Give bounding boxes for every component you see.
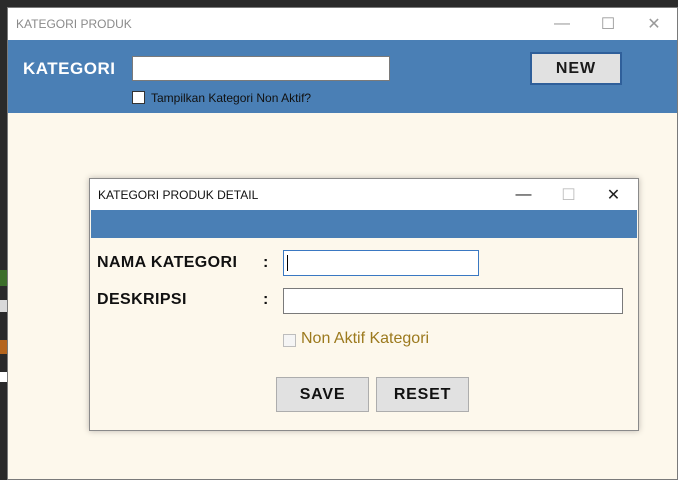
kategori-search-input[interactable] xyxy=(132,56,390,81)
show-inactive-checkbox[interactable] xyxy=(132,91,145,104)
deskripsi-label: DESKRIPSI xyxy=(97,291,187,308)
reset-button[interactable]: RESET xyxy=(376,377,469,412)
dialog-band xyxy=(91,210,637,238)
deskripsi-input[interactable] xyxy=(283,288,623,314)
dialog-minimize-icon[interactable]: — xyxy=(501,179,546,210)
minimize-icon[interactable]: — xyxy=(539,8,585,40)
nama-colon: : xyxy=(263,254,269,271)
close-icon[interactable]: ✕ xyxy=(631,8,677,40)
new-button[interactable]: NEW xyxy=(530,52,622,85)
deskripsi-colon: : xyxy=(263,291,269,308)
maximize-icon[interactable]: ☐ xyxy=(585,8,631,40)
non-aktif-label[interactable]: Non Aktif Kategori xyxy=(301,330,429,348)
kategori-detail-dialog: KATEGORI PRODUK DETAIL — ☐ ✕ NAMA KATEGO… xyxy=(89,178,639,431)
main-titlebar[interactable]: KATEGORI PRODUK — ☐ ✕ xyxy=(8,8,677,40)
nama-kategori-label: NAMA KATEGORI xyxy=(97,254,238,271)
dialog-close-icon[interactable]: ✕ xyxy=(591,179,636,210)
nama-kategori-input[interactable] xyxy=(283,250,479,276)
show-inactive-label[interactable]: Tampilkan Kategori Non Aktif? xyxy=(151,91,311,105)
kategori-label: KATEGORI xyxy=(23,59,116,78)
save-button[interactable]: SAVE xyxy=(276,377,369,412)
dialog-titlebar[interactable]: KATEGORI PRODUK DETAIL — ☐ ✕ xyxy=(90,179,638,210)
dialog-maximize-icon[interactable]: ☐ xyxy=(546,179,591,210)
non-aktif-checkbox[interactable] xyxy=(283,334,296,347)
text-caret xyxy=(287,255,288,271)
dialog-title: KATEGORI PRODUK DETAIL xyxy=(98,188,259,202)
main-window-title: KATEGORI PRODUK xyxy=(16,17,132,31)
header-band: KATEGORI NEW Tampilkan Kategori Non Akti… xyxy=(8,40,677,113)
